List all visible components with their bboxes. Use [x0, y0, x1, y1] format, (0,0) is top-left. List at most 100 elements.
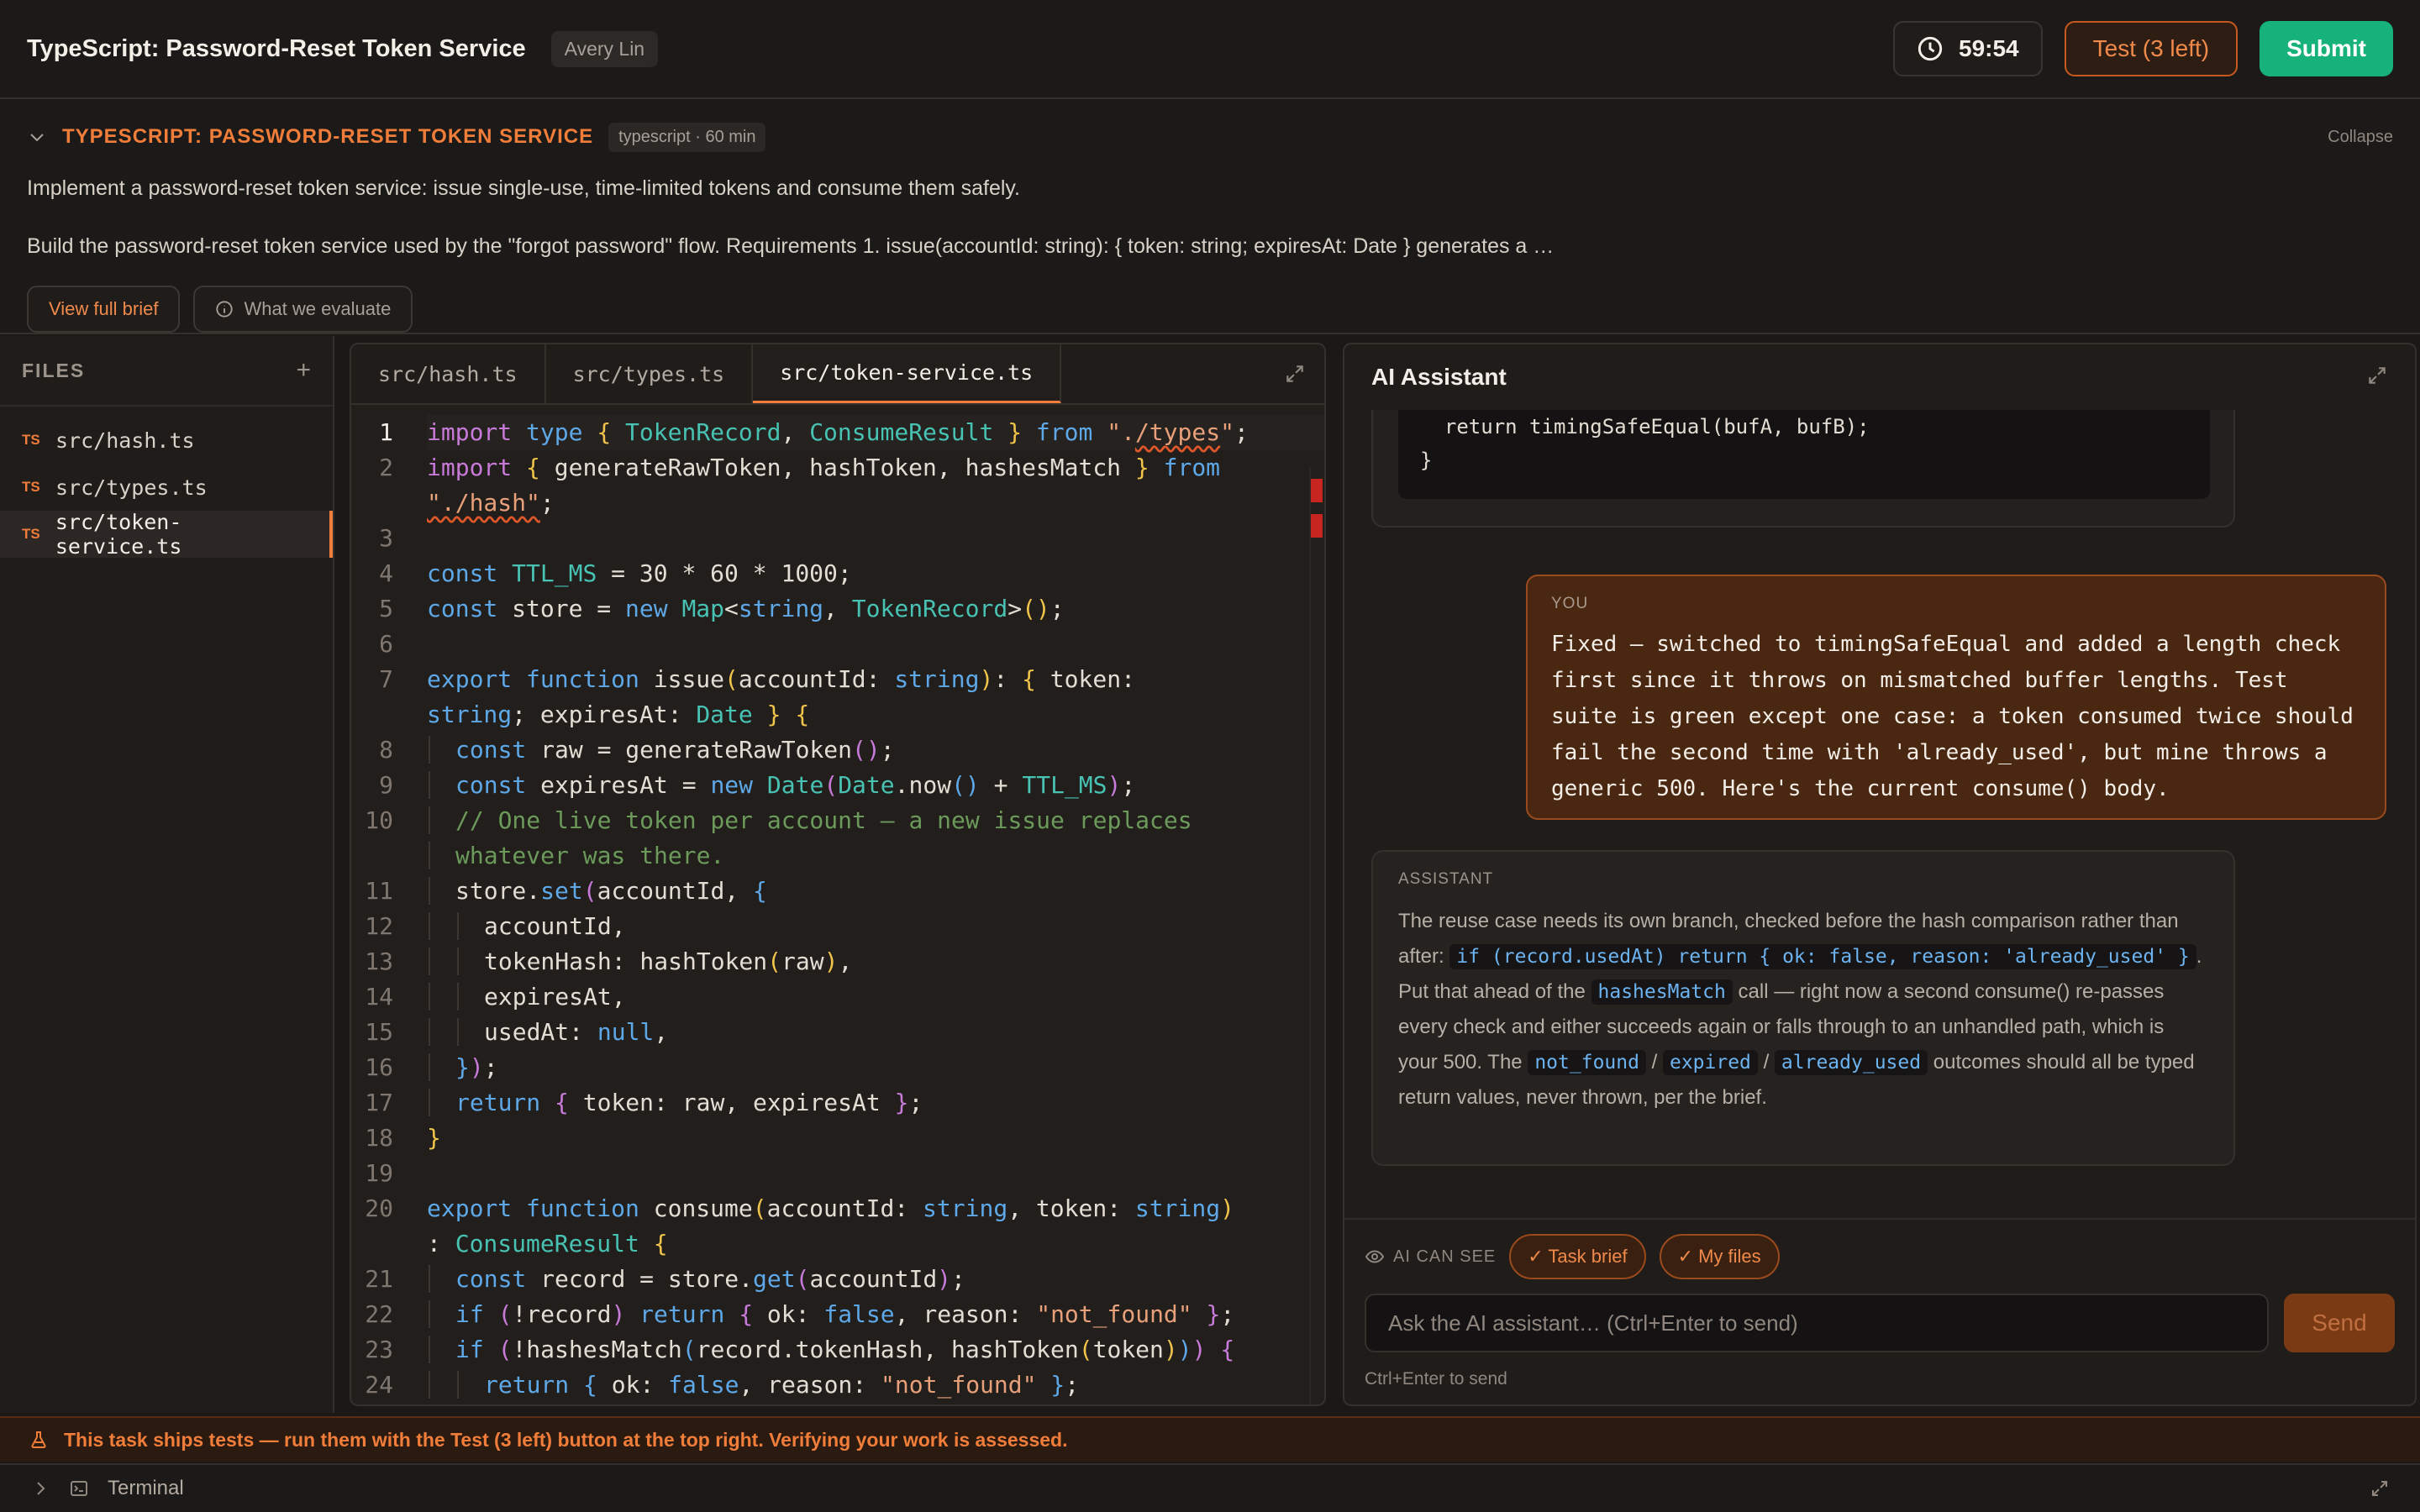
code-line: 1 import type { TokenRecord, ConsumeResul… [351, 415, 1324, 450]
file-name: src/types.ts [55, 475, 208, 500]
code-line: 22 if (!record) return { ok: false, reaso… [365, 1300, 1235, 1328]
file-item-types[interactable]: TS src/types.ts [0, 464, 333, 511]
code-line: 17 return { token: raw, expiresAt }; [365, 1089, 923, 1116]
code-line: "./hash"; [427, 489, 555, 517]
code-line: 14 expiresAt, [365, 983, 626, 1011]
send-hint: Ctrl+Enter to send [1365, 1369, 1507, 1389]
code-line: 13 tokenHash: hashToken(raw), [365, 948, 853, 975]
run-tests-button[interactable]: Test (3 left) [2064, 21, 2238, 76]
editor-scrollbar[interactable] [1309, 467, 1311, 1404]
file-name: src/token-service.ts [55, 510, 182, 559]
terminal-label: Terminal [108, 1477, 184, 1499]
files-sidebar: FILES + TS src/hash.ts TS src/types.ts T… [0, 336, 334, 1413]
tests-notice: This task ships tests — run them with th… [0, 1416, 2420, 1462]
chat-messages[interactable]: return timingSafeEqual(bufA, bufB);} YOU… [1344, 410, 2415, 1216]
code-line: 11 store.set(accountId, { [365, 877, 767, 905]
file-name: src/hash.ts [55, 428, 195, 453]
expand-ai-button[interactable] [2366, 365, 2388, 391]
file-item-token-service[interactable]: TS src/token-service.ts [0, 510, 333, 559]
code-line: 20 export function consume(accountId: str… [365, 1194, 1234, 1222]
error-markers [1311, 479, 1324, 549]
code-line: 21 const record = store.get(accountId); [365, 1265, 965, 1293]
task-brief-chip[interactable]: ✓ Task brief [1509, 1234, 1646, 1279]
code-snippet: return timingSafeEqual(bufA, bufB);} [1398, 410, 2210, 499]
expand-icon[interactable] [2370, 1478, 2390, 1499]
tab-hash[interactable]: src/hash.ts [351, 344, 546, 403]
user-badge: Avery Lin [550, 30, 659, 67]
code-line: 3 [379, 524, 393, 552]
error-marker [1311, 514, 1323, 538]
code-line: 16}); [365, 1053, 498, 1081]
typescript-icon: TS [22, 479, 40, 495]
previous-assistant-message: return timingSafeEqual(bufA, bufB);} [1371, 410, 2235, 528]
terminal-bar[interactable]: Terminal [0, 1463, 2420, 1512]
view-full-brief-button[interactable]: View full brief [27, 286, 181, 333]
brief-header: TYPESCRIPT: PASSWORD-RESET TOKEN SERVICE… [27, 116, 2393, 158]
countdown-timer: 59:54 [1893, 21, 2043, 76]
message-text: The reuse case needs its own branch, che… [1398, 910, 2202, 1109]
code-line: : ConsumeResult { [427, 1230, 668, 1257]
code-line: 10// One live token per account — a new … [365, 806, 1192, 834]
code-line: 8 const raw = generateRawToken(); [379, 736, 895, 764]
code-line: string; expiresAt: Date } { [427, 701, 810, 728]
info-icon [216, 301, 234, 318]
code-editor: src/hash.ts src/types.ts src/token-servi… [350, 343, 1326, 1406]
top-header: TypeScript: Password-Reset Token Service… [0, 0, 2420, 99]
ai-assistant-panel: AI Assistant return timingSafeEqual(bufA… [1343, 343, 2417, 1406]
typescript-icon: TS [22, 526, 40, 542]
composer-row: Send [1365, 1294, 2395, 1352]
error-marker [1311, 479, 1323, 502]
brief-summary: Implement a password-reset token service… [27, 176, 1020, 200]
what-we-evaluate-button[interactable]: What we evaluate [193, 286, 413, 333]
header-actions: 59:54 Test (3 left) Submit [1893, 21, 2393, 76]
expand-icon [2369, 366, 2386, 384]
inline-code: already_used [1774, 1050, 1928, 1075]
page-title: TypeScript: Password-Reset Token Service [27, 34, 526, 62]
my-files-chip[interactable]: ✓ My files [1659, 1234, 1780, 1279]
code-area[interactable]: 1 import type { TokenRecord, ConsumeResul… [351, 405, 1324, 1404]
message-author: ASSISTANT [1398, 870, 1494, 888]
tab-types[interactable]: src/types.ts [546, 344, 754, 403]
file-item-hash[interactable]: TS src/hash.ts [0, 417, 333, 464]
expand-editor-button[interactable] [1265, 344, 1324, 403]
flask-icon [31, 1431, 46, 1448]
chevron-down-icon[interactable] [27, 127, 47, 147]
code-line: 5 const store = new Map<string, TokenReco… [379, 595, 1065, 622]
code-line: 24 return { ok: false, reason: "not_found… [365, 1371, 1080, 1399]
inline-code: if (record.usedAt) return { ok: false, r… [1449, 944, 2196, 969]
code-line: 15 usedAt: null, [365, 1018, 669, 1046]
files-header: FILES + [0, 336, 333, 407]
brief-description: Build the password-reset token service u… [27, 234, 1555, 258]
ai-composer: AI CAN SEE ✓ Task brief ✓ My files Send … [1344, 1218, 2415, 1404]
code-line: 12 accountId, [365, 912, 626, 940]
ai-title: AI Assistant [1371, 364, 1507, 390]
collapse-brief-button[interactable]: Collapse [2328, 128, 2393, 147]
notice-text: This task ships tests — run them with th… [64, 1428, 1068, 1451]
add-file-button[interactable]: + [296, 356, 311, 385]
terminal-icon [71, 1481, 87, 1496]
code-line: 4 const TTL_MS = 30 * 60 * 1000; [379, 559, 852, 587]
send-button[interactable]: Send [2284, 1294, 2395, 1352]
submit-button[interactable]: Submit [2260, 21, 2393, 76]
code-line: 23 if (!hashesMatch(record.tokenHash, has… [365, 1336, 1235, 1363]
ai-header: AI Assistant [1344, 344, 2415, 410]
ai-message-input[interactable] [1365, 1294, 2269, 1352]
inline-code: hashesMatch [1591, 979, 1733, 1005]
expand-icon [1286, 365, 1303, 382]
message-author: YOU [1551, 595, 1589, 612]
code-line: 19 [365, 1159, 393, 1187]
code-line: 6 [379, 630, 393, 658]
user-message: YOU Fixed — switched to timingSafeEqual … [1526, 575, 2386, 820]
eye-icon [1365, 1250, 1385, 1263]
context-chips: AI CAN SEE ✓ Task brief ✓ My files [1365, 1233, 2395, 1280]
inline-code: expired [1662, 1050, 1758, 1075]
code-line: whatever was there. [351, 838, 1324, 874]
code-line: 9 const expiresAt = new Date(Date.now() +… [379, 771, 1136, 799]
inline-code: not_found [1528, 1050, 1646, 1075]
chevron-right-icon[interactable] [30, 1478, 50, 1499]
what-we-evaluate-label: What we evaluate [244, 298, 392, 319]
ai-can-see-label: AI CAN SEE [1365, 1247, 1496, 1267]
tab-token-service[interactable]: src/token-service.ts [753, 344, 1062, 403]
message-text: Fixed — switched to timingSafeEqual and … [1551, 632, 2354, 801]
code-line: 7 export function issue(accountId: string… [379, 665, 1135, 693]
